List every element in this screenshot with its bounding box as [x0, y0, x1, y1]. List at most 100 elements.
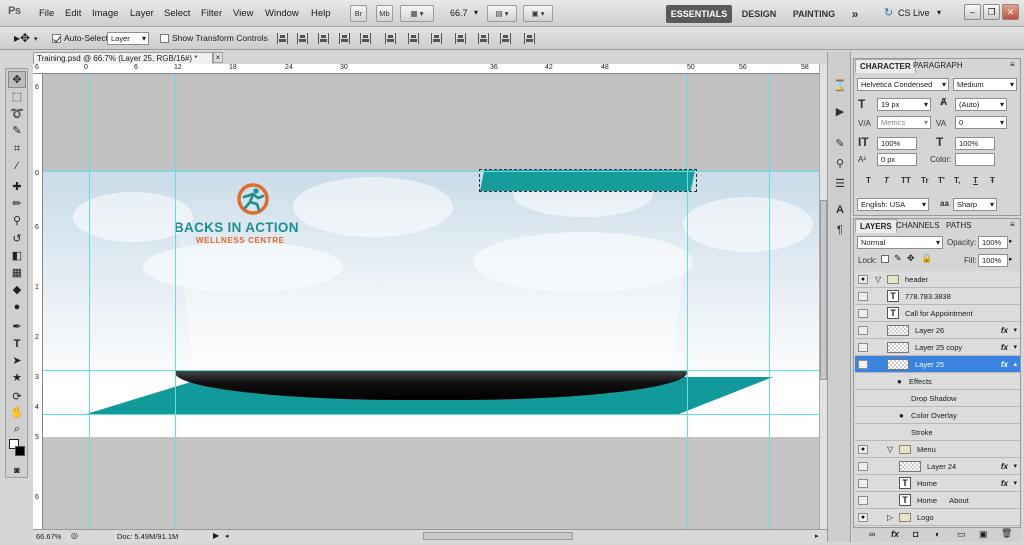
menu-image[interactable]: Image [92, 8, 118, 19]
visibility-toggle[interactable] [858, 343, 868, 352]
tab-layers[interactable]: LAYERS [855, 219, 897, 233]
scroll-left-icon[interactable]: ◂ [225, 532, 235, 540]
faux-italic-button[interactable]: T [884, 176, 889, 185]
healing-brush-tool-icon[interactable]: ✚ [8, 179, 26, 196]
fx-toggle-icon[interactable]: ▾ [1013, 458, 1017, 475]
new-group-icon[interactable]: ▭ [957, 529, 966, 540]
visibility-toggle[interactable] [858, 496, 868, 505]
lock-position-icon[interactable]: ✥ [907, 253, 915, 264]
close-button[interactable]: ✕ [1002, 4, 1019, 20]
fx-icon[interactable]: fx [1001, 458, 1008, 475]
visibility-toggle[interactable] [858, 292, 868, 301]
blur-tool-icon[interactable]: ◆ [8, 282, 26, 299]
fx-icon[interactable]: fx [1001, 339, 1008, 356]
menu-filter[interactable]: Filter [201, 8, 222, 19]
layer-effect-row[interactable]: ●●Color Overlay [855, 407, 1020, 424]
layer-row[interactable]: Layer 25 copy fx ▾ [855, 339, 1020, 356]
eye-icon[interactable]: ● [858, 360, 868, 369]
eye-icon[interactable]: ● [858, 445, 868, 454]
vertical-ruler[interactable]: 6 0 6 1 2 3 4 5 6 [33, 74, 43, 529]
quick-select-tool-icon[interactable]: ✎ [8, 123, 26, 140]
tracking-field[interactable]: 0 [955, 116, 1007, 129]
menu-layer[interactable]: Layer [130, 8, 154, 19]
effects-icon[interactable]: ● [897, 373, 902, 390]
expand-arrow-icon[interactable]: ▽ [887, 441, 893, 458]
layer-row[interactable]: T Call for Appointment [855, 305, 1020, 322]
3d-rotate-tool-icon[interactable]: ⟳ [8, 389, 26, 406]
visibility-toggle[interactable] [858, 309, 868, 318]
scroll-right-icon[interactable]: ▸ [815, 532, 819, 540]
zoom-tool-icon[interactable]: ⌕ [8, 421, 26, 438]
move-tool-preset-icon[interactable]: ▸✥ [14, 31, 30, 45]
menu-view[interactable]: View [233, 8, 253, 19]
paragraph-panel-icon[interactable]: ¶ [832, 222, 848, 238]
tab-channels[interactable]: CHANNELS [892, 219, 944, 233]
align-top-icon[interactable] [277, 33, 288, 44]
cs-live-dropdown-icon[interactable]: ▾ [937, 8, 941, 17]
horizontal-scrollbar-thumb[interactable] [423, 532, 573, 540]
distribute-right-icon[interactable] [500, 33, 511, 44]
brush-tool-icon[interactable]: ✏ [8, 196, 26, 213]
history-brush-tool-icon[interactable]: ↺ [8, 231, 26, 248]
layer-effect-row[interactable]: Drop Shadow [855, 390, 1020, 407]
fx-toggle-icon[interactable]: ▾ [1013, 475, 1017, 492]
faux-bold-button[interactable]: T [866, 176, 871, 185]
horizontal-ruler[interactable]: 6 0 6 12 18 24 30 36 42 48 50 56 58 [33, 64, 819, 74]
opacity-arrow-icon[interactable]: ▸ [1009, 237, 1013, 245]
tab-paths[interactable]: PATHS [942, 219, 975, 233]
selected-teal-shape[interactable] [480, 170, 695, 191]
crop-tool-icon[interactable]: ⌗ [8, 141, 26, 158]
font-family-dropdown[interactable]: Helvetica Condensed [857, 78, 949, 91]
baseline-shift-field[interactable]: 0 px [877, 153, 917, 166]
menu-select[interactable]: Select [164, 8, 190, 19]
layer-group-row[interactable]: ● ▽ header [855, 271, 1020, 288]
layer-effect-row[interactable]: Stroke [855, 424, 1020, 441]
status-menu-arrow-icon[interactable]: ▶ [213, 531, 219, 540]
more-workspaces-button[interactable]: » [848, 5, 862, 23]
layer-row[interactable]: T Home About [855, 492, 1020, 509]
all-caps-button[interactable]: TT [901, 176, 911, 185]
collapse-arrow-icon[interactable]: ▷ [887, 509, 893, 526]
document-tab[interactable]: Training.psd @ 66.7% (Layer 25, RGB/16#)… [33, 52, 213, 64]
panel-menu-icon[interactable]: ≡ [1010, 220, 1015, 229]
status-icon[interactable]: ◎ [71, 531, 78, 540]
guide-line[interactable] [43, 414, 819, 415]
eye-icon[interactable]: ● [899, 407, 904, 424]
clone-stamp-tool-icon[interactable]: ⚲ [8, 213, 26, 230]
clone-source-icon[interactable]: ⚲ [832, 156, 848, 172]
text-color-swatch[interactable] [955, 153, 995, 166]
mini-bridge-button[interactable]: Mb [376, 5, 393, 22]
fill-field[interactable]: 100% [978, 254, 1008, 267]
workspace-essentials[interactable]: ESSENTIALS [666, 5, 732, 23]
auto-align-icon[interactable] [524, 33, 535, 44]
move-tool-icon[interactable]: ✥ [8, 71, 26, 88]
delete-layer-icon[interactable]: 🗑 [1001, 528, 1012, 539]
adjustment-layer-icon[interactable]: ◐ [935, 529, 940, 539]
layer-row[interactable]: ● Layer 25 fx ▴ [855, 356, 1020, 373]
zoom-level[interactable]: 66.7 [450, 8, 468, 18]
font-size-field[interactable]: 19 px [877, 98, 931, 111]
visibility-toggle[interactable] [858, 479, 868, 488]
layer-row[interactable]: T 778.783.3838 [855, 288, 1020, 305]
layer-effect-row[interactable]: ●●Effects [855, 373, 1020, 390]
restore-button[interactable]: ❐ [983, 4, 1000, 20]
language-dropdown[interactable]: English: USA [857, 198, 929, 211]
character-panel-icon[interactable]: A [832, 202, 848, 218]
visibility-toggle[interactable] [858, 462, 868, 471]
guide-line[interactable] [175, 74, 176, 529]
extras-dropdown[interactable]: ▦ ▾ [400, 5, 434, 22]
fx-toggle-icon[interactable]: ▾ [1013, 339, 1017, 356]
lock-pixels-icon[interactable]: ✎ [894, 253, 902, 264]
document-close-button[interactable]: × [213, 52, 223, 63]
workspace-painting[interactable]: PAINTING [790, 5, 838, 23]
align-hcenter-icon[interactable] [360, 33, 371, 44]
screen-mode-button[interactable]: ▣ ▾ [523, 5, 553, 22]
background-color-swatch[interactable] [15, 446, 25, 456]
eye-icon[interactable]: ● [858, 513, 868, 522]
antialias-dropdown[interactable]: Sharp [953, 198, 997, 211]
status-zoom[interactable]: 66.67% [36, 532, 61, 541]
scrollbar-thumb[interactable] [820, 200, 827, 380]
fill-arrow-icon[interactable]: ▸ [1009, 255, 1013, 263]
document-canvas[interactable]: BACKS IN ACTION WELLNESS CENTRE [43, 74, 819, 529]
zoom-dropdown-icon[interactable]: ▾ [474, 8, 478, 17]
